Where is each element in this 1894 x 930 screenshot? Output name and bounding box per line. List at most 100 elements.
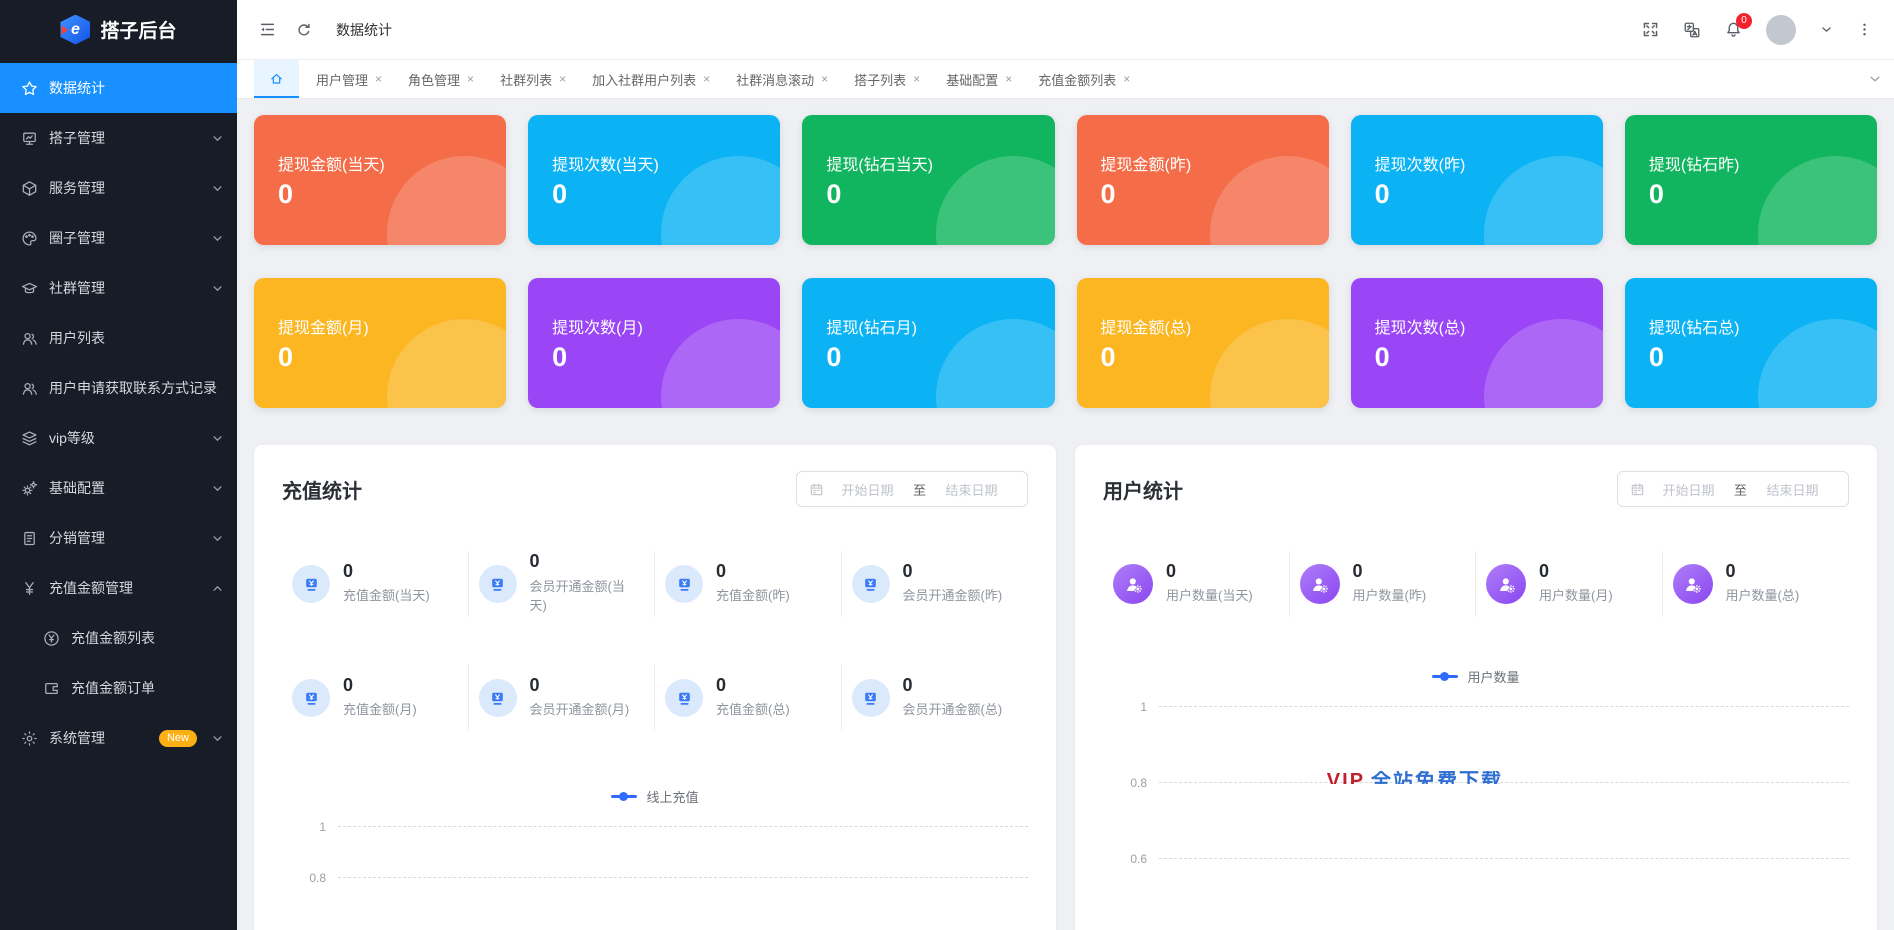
chevron-down-icon	[212, 483, 223, 494]
recharge-panel-header: 充值统计 开始日期 至 结束日期	[282, 471, 1028, 507]
stat-card: 提现(钻石总) 0	[1624, 278, 1877, 408]
stat-item: 0 充值金额(昨)	[655, 551, 842, 617]
sidebar-item[interactable]: 社群管理	[0, 263, 237, 313]
legend-online-recharge[interactable]: 线上充值	[282, 787, 1028, 806]
tab-close-icon[interactable]: ×	[703, 72, 710, 86]
user-chart-grid: 1 0.8 VIP 全站免费下载 0.6 0.4	[1103, 698, 1849, 930]
tab-label: 加入社群用户列表	[592, 72, 697, 88]
sidebar-item-label: 服务管理	[49, 180, 105, 196]
card-value: 0	[1374, 178, 1390, 209]
order-icon	[42, 679, 60, 697]
panels-row: 充值统计 开始日期 至 结束日期 0 充值金额(当天) 0 会员开通金额(当天) 0 充值…	[254, 445, 1877, 930]
tab-item[interactable]: 加入社群用户列表 ×	[579, 60, 723, 98]
sidebar-subitem[interactable]: 充值金额列表	[0, 613, 237, 663]
sidebar-item[interactable]: 服务管理	[0, 163, 237, 213]
tab-item[interactable]: 角色管理 ×	[395, 60, 487, 98]
stat-card: 提现金额(昨) 0	[1076, 115, 1329, 245]
tabs-overflow-chevron-icon[interactable]	[1868, 72, 1882, 86]
user-panel: 用户统计 开始日期 至 结束日期 0 用户数量(当天) 0 用户数量(昨) 0 用户数量(…	[1075, 445, 1877, 930]
tab-home[interactable]	[254, 60, 299, 98]
board-icon	[20, 129, 38, 147]
user-panel-header: 用户统计 开始日期 至 结束日期	[1103, 471, 1849, 507]
sidebar-item[interactable]: 分销管理	[0, 513, 237, 563]
sidebar-submenu: 充值金额列表 充值金额订单	[0, 613, 237, 713]
tab-item[interactable]: 充值金额列表 ×	[1025, 60, 1143, 98]
translate-icon[interactable]	[1683, 21, 1701, 39]
tab-item[interactable]: 基础配置 ×	[933, 60, 1025, 98]
y-axis-tick-label: 0.8	[1130, 775, 1147, 790]
user-menu-chevron-icon[interactable]	[1820, 23, 1833, 36]
sidebar-item[interactable]: 搭子管理	[0, 113, 237, 163]
gear-icon	[20, 729, 38, 747]
tab-close-icon[interactable]: ×	[821, 72, 828, 86]
home-icon	[271, 73, 282, 84]
chart-gridline	[1159, 858, 1849, 859]
card-title: 提现(钻石当天)	[826, 156, 933, 174]
stat-label: 会员开通金额(当天)	[529, 579, 625, 613]
yuan-badge-icon	[292, 565, 330, 603]
refresh-icon[interactable]	[296, 22, 312, 38]
tab-item[interactable]: 用户管理 ×	[303, 60, 395, 98]
tabs-list: 用户管理 × 角色管理 × 社群列表 × 加入社群用户列表 × 社群消息滚动 × 搭子列表 × 基础配置…	[303, 60, 1143, 98]
card-title: 提现金额(昨)	[1100, 156, 1192, 174]
card-value: 0	[278, 178, 294, 209]
sidebar-item[interactable]: 数据统计	[0, 63, 237, 113]
users-icon	[20, 379, 38, 397]
stat-body: 0 用户数量(昨)	[1353, 561, 1427, 607]
user-date-range-picker[interactable]: 开始日期 至 结束日期	[1617, 471, 1849, 507]
gears-icon	[20, 479, 38, 497]
sidebar-item[interactable]: 圈子管理	[0, 213, 237, 263]
recharge-date-range-picker[interactable]: 开始日期 至 结束日期	[796, 471, 1028, 507]
tab-close-icon[interactable]: ×	[1123, 72, 1130, 86]
tab-item[interactable]: 搭子列表 ×	[841, 60, 933, 98]
stat-card: 提现(钻石月) 0	[802, 278, 1055, 408]
legend-user-count[interactable]: 用户数量	[1103, 667, 1849, 686]
sidebar-item[interactable]: 充值金额管理	[0, 563, 237, 613]
sidebar-subitem[interactable]: 充值金额订单	[0, 663, 237, 713]
sidebar-item[interactable]: vip等级	[0, 413, 237, 463]
card-title: 提现(钻石月)	[826, 319, 917, 337]
avatar[interactable]	[1766, 14, 1796, 45]
app-title: 搭子后台	[100, 21, 177, 42]
yuan-badge-icon	[292, 679, 330, 717]
stat-card: 提现次数(总) 0	[1350, 278, 1603, 408]
tabsbar: 用户管理 × 角色管理 × 社群列表 × 加入社群用户列表 × 社群消息滚动 × 搭子列表 × 基础配置…	[237, 60, 1894, 99]
yuan-badge-icon	[478, 565, 517, 603]
stat-item: 0 充值金额(总)	[655, 665, 842, 731]
notifications-bell-icon[interactable]: 0	[1725, 13, 1752, 38]
fullscreen-icon[interactable]	[1642, 21, 1659, 38]
layers-icon	[20, 429, 38, 447]
tab-close-icon[interactable]: ×	[559, 72, 566, 86]
tab-close-icon[interactable]: ×	[375, 72, 382, 86]
chart-grid-row: 1	[282, 818, 1028, 835]
card-title: 提现金额(总)	[1100, 319, 1192, 337]
chart-grid-row: 0.8 VIP 全站免费下载	[1103, 771, 1849, 791]
sidebar-item-label: 基础配置	[49, 480, 105, 496]
stat-label: 充值金额(当天)	[343, 588, 430, 604]
tab-item[interactable]: 社群列表 ×	[487, 60, 579, 98]
stat-card: 提现金额(总) 0	[1076, 278, 1329, 408]
sidebar-item[interactable]: 系统管理 New	[0, 713, 237, 763]
card-value: 0	[1100, 341, 1116, 372]
sidebar-item[interactable]: 基础配置	[0, 463, 237, 513]
sidebar-item-label: 系统管理	[49, 730, 105, 746]
stat-value: 0	[343, 674, 354, 695]
tab-close-icon[interactable]: ×	[1005, 72, 1012, 86]
recharge-chart: 线上充值 1 0.8	[282, 787, 1028, 886]
recharge-panel: 充值统计 开始日期 至 结束日期 0 充值金额(当天) 0 会员开通金额(当天) 0 充值…	[254, 445, 1056, 930]
tab-item[interactable]: 社群消息滚动 ×	[723, 60, 841, 98]
stat-item: 0 充值金额(当天)	[282, 551, 469, 617]
app-logo-letter: e	[71, 20, 80, 38]
graduation-icon	[20, 279, 38, 297]
tab-close-icon[interactable]: ×	[913, 72, 920, 86]
kebab-menu-icon[interactable]	[1857, 22, 1872, 37]
sidebar-item[interactable]: 用户申请获取联系方式记录	[0, 363, 237, 413]
app-root: e 搭子后台 数据统计 搭子管理服务管理圈子管理社群管理用户列表 用户申请获取联系方…	[0, 0, 1894, 930]
legend-line-dot-marker	[1432, 672, 1459, 681]
user-chart: 用户数量 1 0.8 VIP 全站免费下载 0.6 0.4	[1103, 667, 1849, 930]
tab-close-icon[interactable]: ×	[467, 72, 474, 86]
sidebar-item[interactable]: 用户列表	[0, 313, 237, 363]
sidebar-item-label: 社群管理	[49, 280, 105, 296]
collapse-sidebar-icon[interactable]	[259, 21, 276, 38]
stat-item: 0 充值金额(月)	[282, 665, 469, 731]
